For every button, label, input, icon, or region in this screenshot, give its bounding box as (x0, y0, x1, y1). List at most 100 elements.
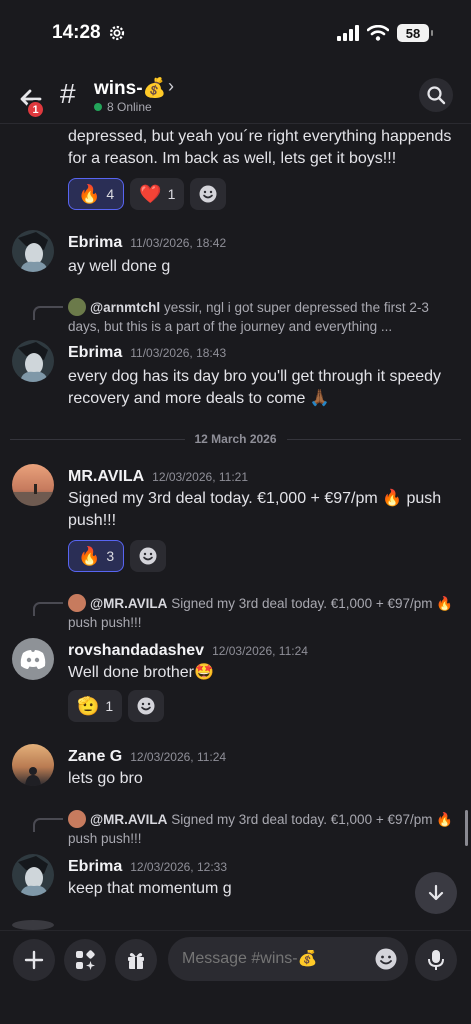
smiley-icon (199, 185, 217, 203)
channel-title[interactable]: wins-💰 (94, 76, 166, 100)
avatar[interactable] (12, 744, 54, 786)
jump-to-latest-button[interactable] (415, 872, 457, 914)
voice-message-button[interactable] (415, 939, 457, 981)
reply-connector (33, 818, 63, 832)
avatar-image (12, 744, 54, 786)
message-text: keep that momentum g (68, 880, 232, 897)
message-timestamp: 12/03/2026, 11:24 (212, 644, 308, 658)
reaction-salute[interactable]: 🫡 1 (68, 690, 123, 722)
battery-level: 58 (405, 25, 421, 41)
add-reaction-button[interactable] (190, 178, 227, 210)
avatar-partial (12, 920, 54, 930)
message-header: Ebrima 12/03/2026, 12:33 (68, 858, 227, 876)
status-bar: 14:28 58 (0, 0, 471, 66)
reaction-row: 🔥 3 (68, 540, 167, 572)
gift-button[interactable] (115, 939, 157, 981)
avatar[interactable] (12, 464, 54, 506)
message-timestamp: 12/03/2026, 11:21 (152, 470, 249, 484)
reply-connector (33, 602, 63, 616)
avatar-image (12, 464, 54, 506)
reply-avatar (68, 298, 86, 316)
message-composer (0, 930, 471, 1024)
message-header: rovshandadashev 12/03/2026, 11:24 (68, 642, 308, 660)
search-button[interactable] (419, 78, 453, 112)
reaction-emoji: 🫡 (77, 695, 100, 716)
message-text: depressed, but yeah you´re right everyth… (68, 128, 452, 167)
scrollbar[interactable] (465, 810, 468, 846)
microphone-icon (428, 950, 444, 970)
add-reaction-button[interactable] (130, 540, 167, 572)
smiley-icon (139, 547, 157, 565)
reaction-row: 🔥 4 ❤️ 1 (68, 178, 227, 210)
reply-author: @MR.AVILA (90, 812, 168, 827)
signal-icon (337, 25, 359, 41)
message-text: Signed my 3rd deal today. €1,000 + €97/p… (68, 490, 442, 529)
status-time: 14:28 (52, 22, 101, 43)
add-reaction-button[interactable] (128, 690, 165, 722)
online-label: 8 Online (107, 100, 152, 114)
message-header: Ebrima 11/03/2026, 18:43 (68, 344, 226, 362)
message-author[interactable]: Ebrima (68, 234, 122, 252)
reaction-emoji: ❤️ (139, 183, 162, 204)
arrow-down-icon (428, 884, 444, 901)
reaction-count: 1 (105, 698, 114, 714)
message-timestamp: 12/03/2026, 11:24 (130, 750, 227, 764)
battery-indicator: 58 (397, 24, 433, 42)
avatar[interactable] (12, 638, 54, 680)
message-header: Ebrima 11/03/2026, 18:42 (68, 234, 226, 252)
message-text: Well done brother🤩 (68, 664, 214, 681)
reply-connector (33, 306, 63, 320)
message-input[interactable] (182, 950, 352, 968)
hash-icon: # (60, 78, 76, 109)
online-count: 8 Online (94, 100, 152, 114)
gear-icon (109, 25, 125, 41)
status-icons: 58 (337, 24, 433, 42)
message-text: lets go bro (68, 770, 143, 787)
reaction-fire[interactable]: 🔥 4 (68, 178, 125, 210)
smiley-icon (137, 697, 155, 715)
discord-logo-icon (20, 650, 46, 669)
message-header: Zane G 12/03/2026, 11:24 (68, 748, 226, 766)
avatar[interactable] (12, 230, 54, 272)
message-input-wrapper[interactable] (168, 937, 408, 981)
reply-author: @MR.AVILA (90, 596, 168, 611)
reaction-fire[interactable]: 🔥 3 (68, 540, 125, 572)
emoji-picker-icon[interactable] (374, 947, 398, 971)
message-text: every dog has its day bro you'll get thr… (68, 368, 442, 407)
reaction-heart[interactable]: ❤️ 1 (130, 178, 185, 210)
reaction-row: 🫡 1 (68, 690, 165, 722)
message-timestamp: 12/03/2026, 12:33 (130, 860, 228, 874)
apps-button[interactable] (64, 939, 106, 981)
message-timestamp: 11/03/2026, 18:42 (130, 236, 227, 250)
reply-preview[interactable]: @MR.AVILA Signed my 3rd deal today. €1,0… (68, 594, 458, 632)
message-feed[interactable]: depressed, but yeah you´re right everyth… (0, 124, 471, 930)
reply-preview[interactable]: @arnmtchl yessir, ngl i got super depres… (68, 298, 458, 336)
message-text: ay well done g (68, 258, 171, 275)
attach-button[interactable] (13, 939, 55, 981)
wifi-icon (367, 25, 389, 41)
message-author[interactable]: rovshandadashev (68, 642, 204, 660)
date-label: 12 March 2026 (184, 432, 287, 446)
reply-avatar (68, 594, 86, 612)
avatar-image (12, 340, 54, 382)
chevron-right-icon[interactable]: › (168, 76, 174, 97)
message-author[interactable]: MR.AVILA (68, 468, 144, 486)
message-author[interactable]: Ebrima (68, 858, 122, 876)
unread-badge: 1 (26, 100, 45, 119)
avatar[interactable] (12, 340, 54, 382)
reply-author: @arnmtchl (90, 300, 161, 315)
reaction-emoji: 🔥 (78, 183, 101, 204)
reaction-count: 4 (106, 186, 115, 202)
message-author[interactable]: Zane G (68, 748, 122, 766)
date-divider: 12 March 2026 (10, 432, 461, 446)
message-author[interactable]: Ebrima (68, 344, 122, 362)
message-timestamp: 11/03/2026, 18:43 (130, 346, 227, 360)
reaction-count: 1 (167, 186, 176, 202)
reply-preview[interactable]: @MR.AVILA Signed my 3rd deal today. €1,0… (68, 810, 458, 848)
avatar-image (12, 854, 54, 896)
gift-icon (128, 953, 144, 969)
apps-icon (76, 950, 95, 970)
channel-header: 1 # wins-💰 › 8 Online (0, 66, 471, 124)
avatar[interactable] (12, 854, 54, 896)
reply-avatar (68, 810, 86, 828)
